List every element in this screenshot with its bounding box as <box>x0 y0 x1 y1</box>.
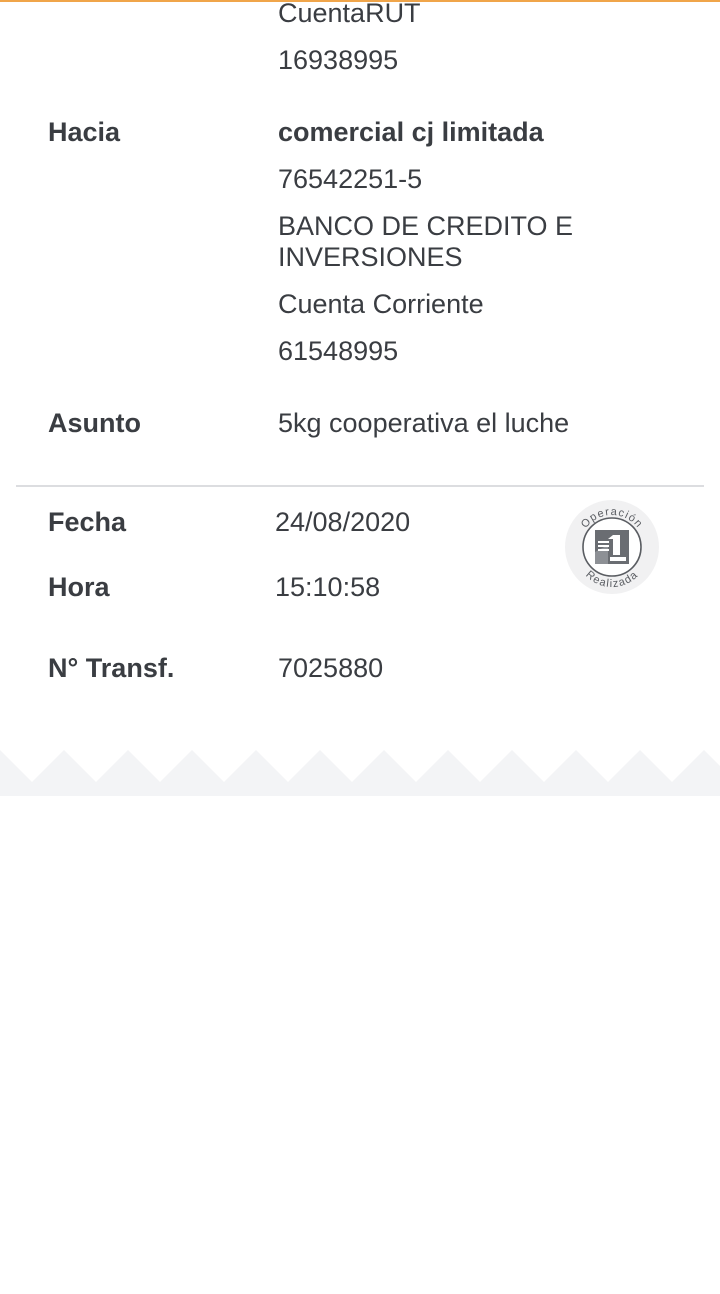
section-divider <box>16 485 704 487</box>
destination-account-type: Cuenta Corriente <box>278 289 484 319</box>
time-label: Hora <box>48 572 110 602</box>
date-value: 24/08/2020 <box>275 507 411 537</box>
origin-account-type: CuentaRUT <box>278 0 421 28</box>
bank-logo-icon <box>595 530 629 564</box>
origin-account-number: 16938995 <box>278 45 399 75</box>
operation-completed-stamp: Operación Realizada <box>565 500 659 594</box>
transfer-number-label: N° Transf. <box>48 653 175 683</box>
destination-account-number: 61548995 <box>278 336 399 366</box>
subject-label: Asunto <box>48 408 141 438</box>
transfer-receipt: CuentaRUT 16938995 Hacia comercial cj li… <box>0 0 720 1294</box>
transfer-number-value: 7025880 <box>278 653 384 683</box>
destination-name: comercial cj limitada <box>278 117 544 147</box>
time-value: 15:10:58 <box>275 572 381 602</box>
receipt-torn-edge <box>0 750 720 796</box>
destination-bank: BANCO DE CREDITO E INVERSIONES <box>278 211 574 272</box>
destination-rut: 76542251-5 <box>278 164 423 194</box>
date-label: Fecha <box>48 507 127 537</box>
destination-label: Hacia <box>48 117 121 147</box>
subject-value: 5kg cooperativa el luche <box>278 408 570 438</box>
